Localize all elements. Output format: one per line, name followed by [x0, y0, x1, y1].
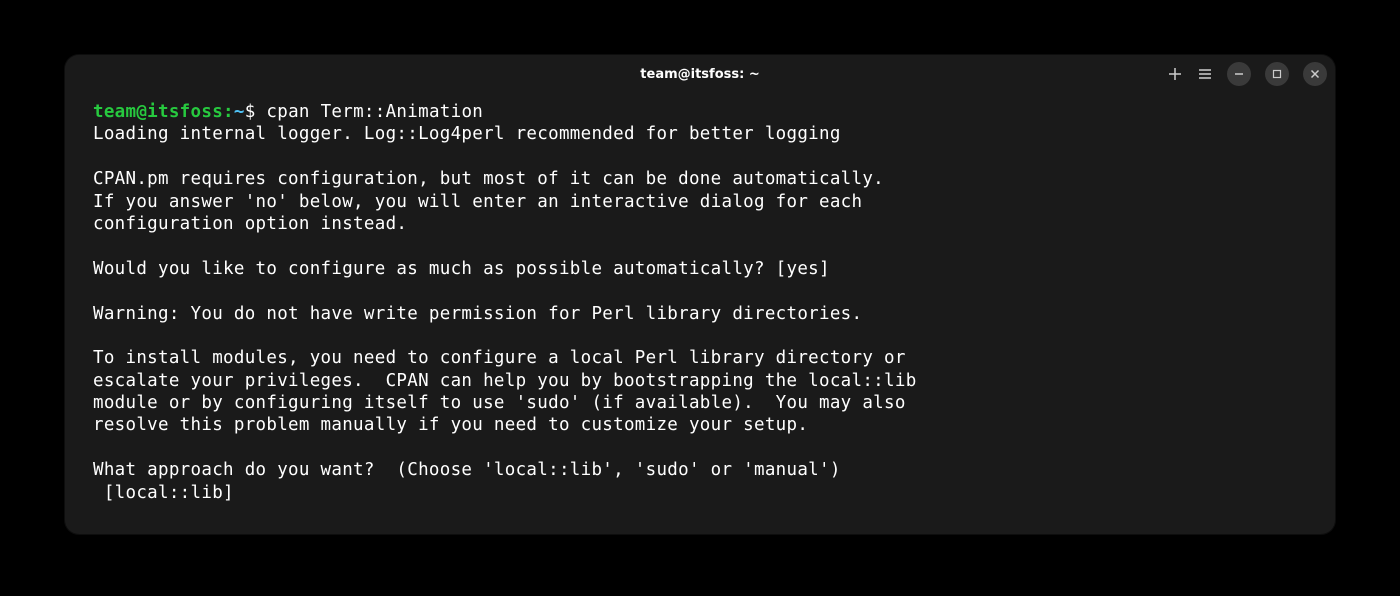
- close-button[interactable]: [1303, 62, 1327, 86]
- menu-icon[interactable]: [1197, 66, 1213, 82]
- prompt-symbol: $: [245, 102, 256, 122]
- window-title: team@itsfoss: ~: [640, 67, 759, 82]
- new-tab-icon[interactable]: [1167, 66, 1183, 82]
- output-line: [local::lib]: [93, 483, 234, 503]
- titlebar: team@itsfoss: ~: [65, 55, 1335, 93]
- output-line: What approach do you want? (Choose 'loca…: [93, 460, 841, 480]
- output-line: Would you like to configure as much as p…: [93, 259, 830, 279]
- output-line: CPAN.pm requires configuration, but most…: [93, 169, 884, 189]
- output-line: module or by configuring itself to use '…: [93, 393, 906, 413]
- maximize-button[interactable]: [1265, 62, 1289, 86]
- minimize-button[interactable]: [1227, 62, 1251, 86]
- terminal-body[interactable]: team@itsfoss:~$ cpan Term::Animation Loa…: [65, 93, 1335, 534]
- output-line: Warning: You do not have write permissio…: [93, 304, 862, 324]
- output-line: escalate your privileges. CPAN can help …: [93, 371, 917, 391]
- terminal-window: team@itsfoss: ~: [65, 55, 1335, 534]
- output-line: resolve this problem manually if you nee…: [93, 415, 808, 435]
- window-controls: [1167, 62, 1327, 86]
- command-text: cpan Term::Animation: [266, 102, 483, 122]
- prompt-user-host: team@itsfoss: [93, 102, 223, 122]
- output-line: Loading internal logger. Log::Log4perl r…: [93, 124, 841, 144]
- prompt-separator: :: [223, 102, 234, 122]
- output-line: configuration option instead.: [93, 214, 407, 234]
- prompt-path: ~: [234, 102, 245, 122]
- output-line: If you answer 'no' below, you will enter…: [93, 192, 862, 212]
- output-line: To install modules, you need to configur…: [93, 348, 906, 368]
